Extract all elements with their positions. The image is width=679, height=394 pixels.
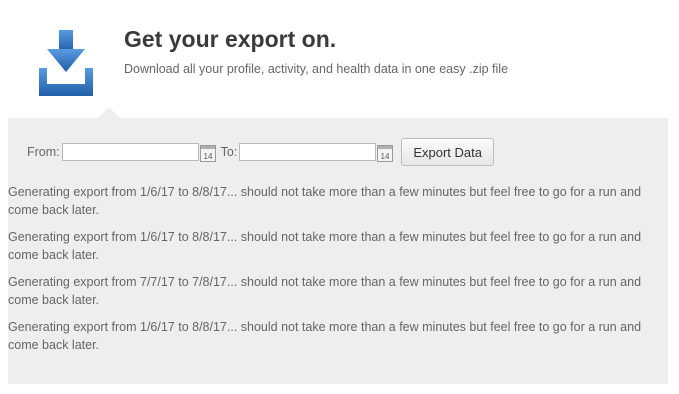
calendar-icon[interactable]: 14 bbox=[377, 144, 394, 162]
calendar-icon[interactable]: 14 bbox=[199, 144, 216, 162]
to-date-input[interactable] bbox=[239, 143, 377, 161]
from-label: From: bbox=[27, 145, 60, 159]
status-message: Generating export from 1/6/17 to 8/8/17.… bbox=[8, 320, 642, 352]
panel-pointer bbox=[98, 107, 120, 118]
status-message: Generating export from 1/6/17 to 8/8/17.… bbox=[8, 185, 642, 217]
to-label: To: bbox=[220, 145, 238, 159]
page-title: Get your export on. bbox=[124, 26, 337, 52]
export-page: Get your export on. Download all your pr… bbox=[0, 0, 679, 394]
export-data-button[interactable]: Export Data bbox=[401, 138, 494, 166]
status-message: Generating export from 1/6/17 to 8/8/17.… bbox=[8, 230, 642, 262]
from-date-input[interactable] bbox=[61, 143, 199, 161]
status-message: Generating export from 7/7/17 to 7/8/17.… bbox=[8, 275, 642, 307]
status-messages: Generating export from 1/6/17 to 8/8/17.… bbox=[8, 183, 658, 363]
calendar-day-label: 14 bbox=[203, 152, 212, 161]
download-icon bbox=[39, 30, 93, 96]
export-panel: From: 14 To: 14 Export Data Generating e… bbox=[8, 107, 668, 384]
calendar-day-label: 14 bbox=[381, 152, 390, 161]
date-range-form: From: 14 To: 14 Export Data bbox=[27, 138, 494, 166]
page-subtitle: Download all your profile, activity, and… bbox=[124, 62, 509, 76]
